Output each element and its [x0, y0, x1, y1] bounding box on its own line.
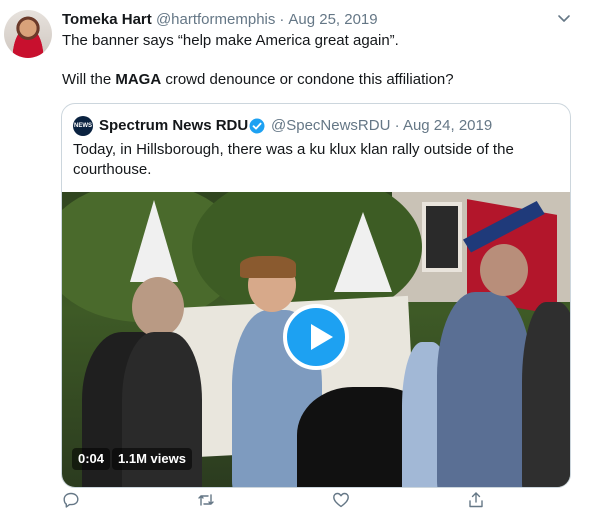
share-button[interactable]	[467, 491, 489, 513]
action-bar	[62, 491, 532, 513]
video-frame-window	[422, 202, 462, 272]
tweet-text-prefix: Will the	[62, 71, 116, 88]
tweet[interactable]: Tomeka Hart @hartformemphis · Aug 25, 2019…	[0, 0, 590, 522]
chevron-down-icon[interactable]	[556, 10, 572, 26]
like-icon	[333, 492, 349, 508]
video-frame-person	[480, 244, 528, 296]
video-frame-person	[240, 256, 296, 278]
verified-badge-icon	[249, 118, 265, 134]
quoted-avatar: NEWS	[73, 116, 93, 136]
user-handle[interactable]: @hartformemphis	[156, 11, 275, 28]
tweet-date[interactable]: Aug 25, 2019	[288, 11, 377, 28]
video-player[interactable]: 0:04 1.1M views	[62, 192, 570, 487]
tweet-text-suffix: crowd denounce or condone this affiliati…	[161, 71, 454, 88]
like-button[interactable]	[332, 491, 354, 513]
video-duration: 0:04	[72, 448, 111, 470]
video-frame-person	[437, 292, 532, 487]
video-frame-person	[522, 302, 570, 487]
play-icon[interactable]	[283, 304, 349, 370]
quoted-date: Aug 24, 2019	[402, 117, 493, 134]
tweet-text-line2: Will the MAGA crowd denounce or condone …	[62, 70, 572, 90]
retweet-button[interactable]	[197, 491, 219, 513]
retweet-icon	[198, 494, 214, 506]
tweet-text-bold: MAGA	[115, 71, 162, 88]
separator-dot: ·	[279, 11, 285, 28]
reply-button[interactable]	[62, 491, 84, 513]
reply-icon	[63, 492, 79, 508]
tweet-header: Tomeka Hart @hartformemphis · Aug 25, 2019	[62, 10, 570, 30]
quoted-display-name: Spectrum News RDU	[99, 117, 249, 134]
quoted-handle: @SpecNewsRDU	[271, 117, 391, 134]
quoted-tweet[interactable]: NEWS Spectrum News RDU @SpecNewsRDU · Au…	[61, 103, 571, 488]
video-views: 1.1M views	[112, 448, 192, 470]
display-name[interactable]: Tomeka Hart	[62, 11, 152, 28]
video-frame-person	[132, 277, 184, 337]
share-icon	[469, 492, 483, 508]
quoted-meta: @SpecNewsRDU · Aug 24, 2019	[271, 116, 492, 136]
quoted-tweet-text: Today, in Hillsborough, there was a ku k…	[73, 141, 514, 178]
tweet-text-line1: The banner says “help make America great…	[62, 32, 399, 49]
avatar[interactable]	[4, 10, 52, 58]
separator-dot: ·	[394, 117, 400, 134]
